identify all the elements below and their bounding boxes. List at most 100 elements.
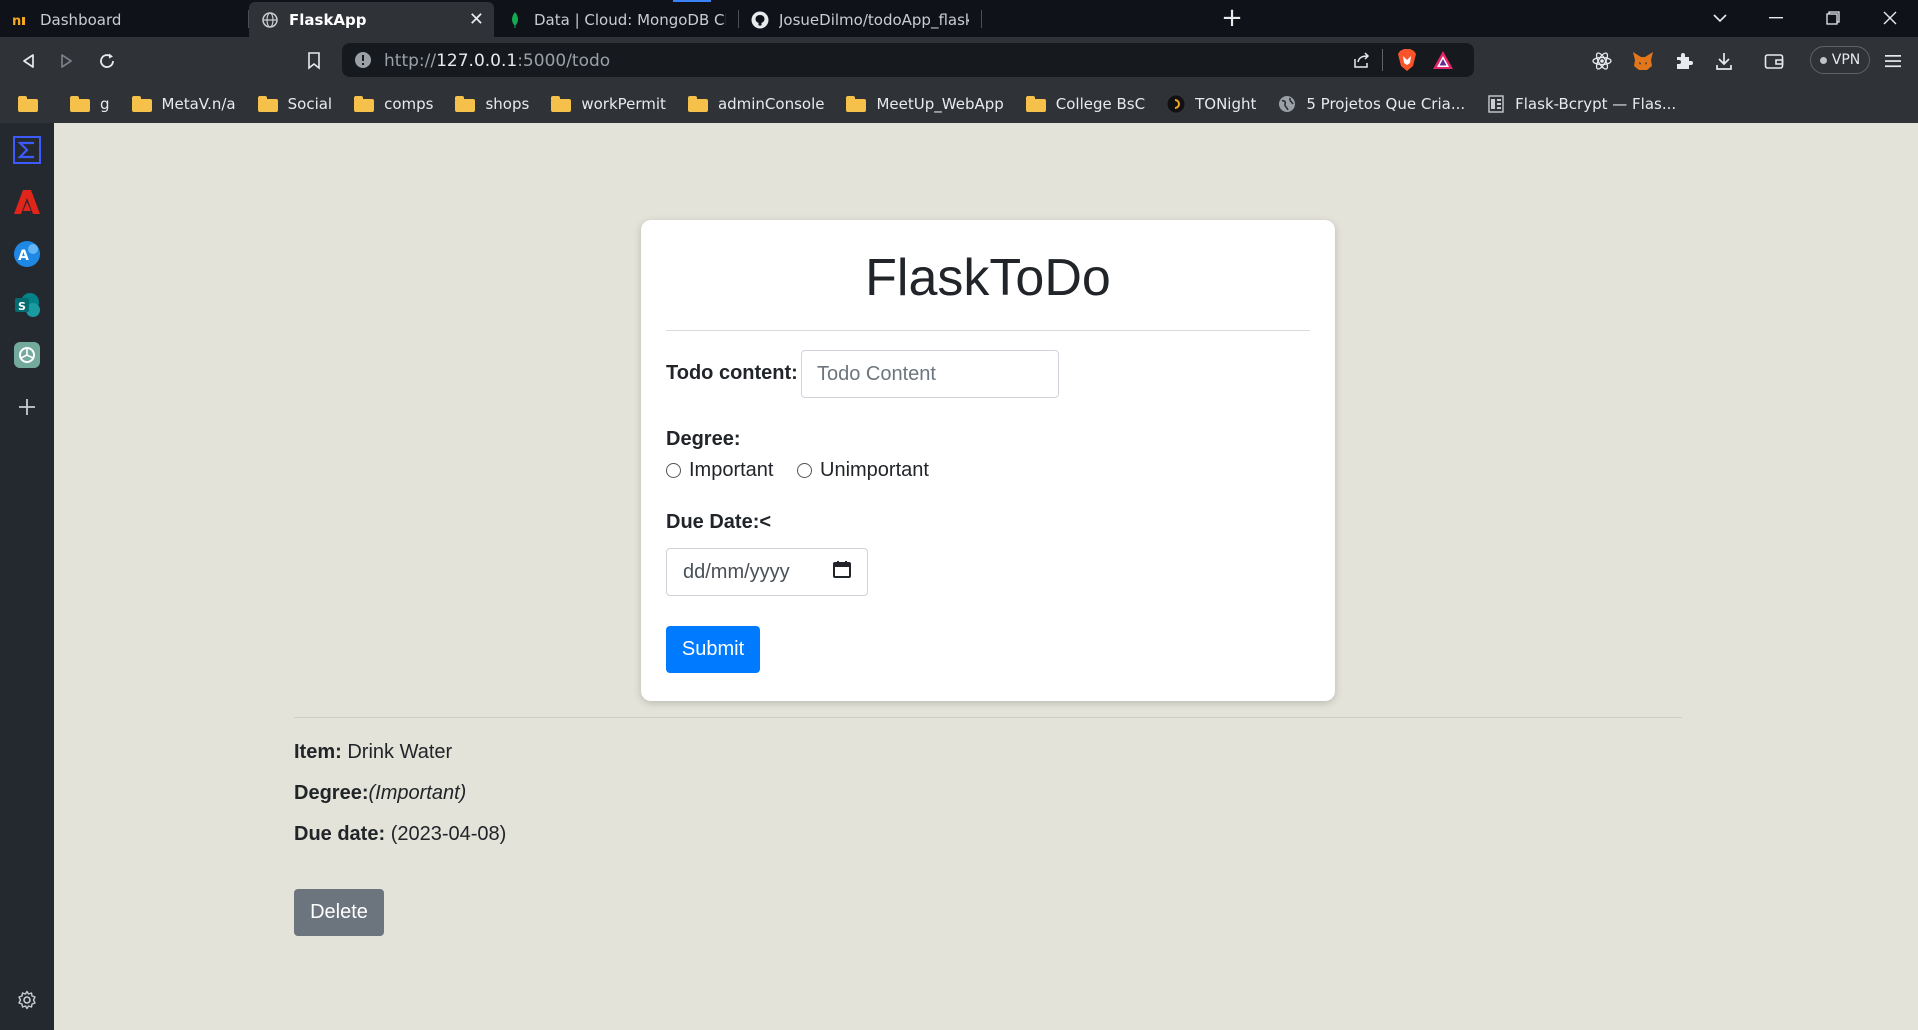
brave-rewards-icon[interactable]	[1432, 50, 1454, 74]
folder-icon	[257, 96, 278, 112]
url-scheme: http://	[384, 51, 437, 71]
tab-search-button[interactable]	[1700, 4, 1740, 32]
todo-content-input[interactable]	[801, 350, 1059, 398]
sidebar-settings-button[interactable]	[13, 986, 41, 1014]
list-divider	[294, 717, 1682, 718]
vpn-status-dot	[1819, 56, 1827, 64]
submit-button[interactable]: Submit	[666, 626, 760, 673]
folder-icon	[18, 96, 38, 112]
bookmark-folder[interactable]	[18, 96, 48, 112]
bookmark-label: comps	[384, 95, 434, 113]
mongodb-leaf-icon	[506, 11, 524, 29]
bookmarks-bar: g MetaV.n/a Social comps shops workPermi…	[0, 85, 1918, 123]
n-logo-icon: n	[12, 11, 30, 29]
sidebar-add-button[interactable]	[13, 393, 41, 421]
svg-text:n: n	[12, 14, 21, 27]
bookmark-folder-social[interactable]: Social	[257, 95, 333, 113]
bookmark-folder-meetup[interactable]: MeetUp_WebApp	[846, 95, 1004, 113]
adobe-acrobat-icon	[14, 190, 40, 214]
bookmark-label: College BsC	[1055, 95, 1146, 113]
tab-separator	[981, 10, 982, 28]
item-due-value: (2023-04-08)	[390, 823, 507, 845]
radio-circle[interactable]	[666, 463, 681, 478]
tab-mongodb[interactable]: Data | Cloud: MongoDB Cloud	[494, 2, 738, 37]
address-bar[interactable]: http://127.0.0.1:5000/todo	[342, 43, 1474, 77]
radio-circle[interactable]	[797, 463, 812, 478]
bookmark-folder-metav[interactable]: MetaV.n/a	[131, 95, 236, 113]
sharepoint-icon: S	[15, 293, 40, 317]
bookmark-folder-workpermit[interactable]: workPermit	[551, 95, 666, 113]
tab-github[interactable]: JosueDilmo/todoApp_flask: ToDo App	[739, 2, 981, 37]
new-tab-button[interactable]: +	[1218, 5, 1246, 33]
close-tab-icon[interactable]: ✕	[469, 9, 484, 30]
bookmark-label: Flask-Bcrypt — Flas...	[1515, 95, 1677, 113]
tab-dashboard[interactable]: n Dashboard	[0, 2, 248, 37]
vpn-button[interactable]: VPN	[1810, 46, 1870, 74]
radio-unimportant[interactable]: Unimportant	[797, 459, 929, 482]
bookmark-folder-g[interactable]: g	[70, 95, 110, 113]
sidebar-item-sigma[interactable]	[13, 136, 41, 164]
share-icon[interactable]	[1352, 50, 1372, 74]
download-icon	[1716, 53, 1732, 70]
extensions-button[interactable]	[1672, 49, 1696, 73]
restore-button[interactable]	[1813, 4, 1853, 32]
vpn-label: VPN	[1831, 52, 1861, 68]
downloads-button[interactable]	[1712, 49, 1736, 73]
radio-important[interactable]: Important	[666, 459, 773, 482]
bookmark-folder-shops[interactable]: shops	[455, 95, 529, 113]
folder-icon	[1025, 96, 1046, 112]
bookmark-folder-comps[interactable]: comps	[354, 95, 433, 113]
tab-title: FlaskApp	[289, 10, 367, 29]
todo-item-due-date: Due date: (2023-04-08)	[294, 823, 506, 846]
forward-button[interactable]	[55, 49, 79, 73]
menu-button[interactable]	[1881, 49, 1905, 73]
docs-icon	[1487, 95, 1505, 113]
tab-strip: n Dashboard FlaskApp ✕ Data | Cloud: Mon…	[0, 0, 1918, 37]
bookmark-label: g	[100, 95, 110, 113]
sidebar-item-translator[interactable]: A	[13, 240, 41, 268]
bookmark-folder-adminconsole[interactable]: adminConsole	[687, 95, 825, 113]
bookmark-tonight[interactable]: TONight	[1167, 95, 1256, 113]
toolbar: http://127.0.0.1:5000/todo VPN	[0, 37, 1918, 85]
react-devtools-button[interactable]	[1590, 49, 1614, 73]
hamburger-menu-icon	[1885, 55, 1901, 68]
tonight-icon	[1167, 95, 1185, 113]
tab-title: Data | Cloud: MongoDB Cloud	[534, 10, 726, 29]
bookmark-label: adminConsole	[717, 95, 825, 113]
url-text[interactable]: http://127.0.0.1:5000/todo	[384, 51, 610, 71]
minimize-button[interactable]	[1756, 4, 1796, 32]
bookmark-label: workPermit	[581, 95, 666, 113]
bookmark-label: Social	[287, 95, 333, 113]
bookmark-flask-bcrypt[interactable]: Flask-Bcrypt — Flas...	[1487, 95, 1676, 113]
omnibox-divider	[1382, 49, 1383, 71]
restore-icon	[1826, 11, 1840, 25]
bookmark-5-projetos[interactable]: 5 Projetos Que Cria...	[1278, 95, 1465, 113]
sidebar-item-acrobat[interactable]	[13, 188, 41, 216]
wallet-button[interactable]	[1762, 49, 1786, 73]
todo-form-card: FlaskToDo Todo content: Degree: Importan…	[641, 220, 1335, 701]
delete-button[interactable]: Delete	[294, 889, 384, 936]
title-divider	[666, 330, 1310, 331]
folder-icon	[131, 96, 152, 112]
info-icon[interactable]	[354, 51, 372, 73]
sigma-icon	[13, 136, 41, 164]
react-icon	[1592, 52, 1612, 70]
bookmark-folder-college[interactable]: College BsC	[1025, 95, 1146, 113]
bookmark-button[interactable]	[302, 49, 326, 73]
reload-button[interactable]	[95, 49, 119, 73]
sidebar-item-sharepoint[interactable]: S	[13, 291, 41, 319]
calendar-icon[interactable]	[833, 560, 851, 584]
todo-item-degree: Degree:(Important)	[294, 782, 466, 805]
plus-icon	[19, 399, 35, 415]
back-button[interactable]	[16, 49, 40, 73]
due-date-input[interactable]: dd/mm/yyyy	[666, 548, 868, 596]
svg-text:A: A	[18, 248, 29, 264]
metamask-button[interactable]	[1631, 49, 1655, 73]
item-label: Item:	[294, 741, 342, 763]
bookmark-label: TONight	[1195, 95, 1257, 113]
minimize-icon	[1769, 17, 1783, 19]
tab-flaskapp[interactable]: FlaskApp ✕	[249, 2, 494, 37]
brave-shields-icon[interactable]	[1397, 48, 1417, 76]
close-window-button[interactable]	[1870, 4, 1910, 32]
sidebar-item-chatgpt[interactable]	[13, 341, 41, 369]
